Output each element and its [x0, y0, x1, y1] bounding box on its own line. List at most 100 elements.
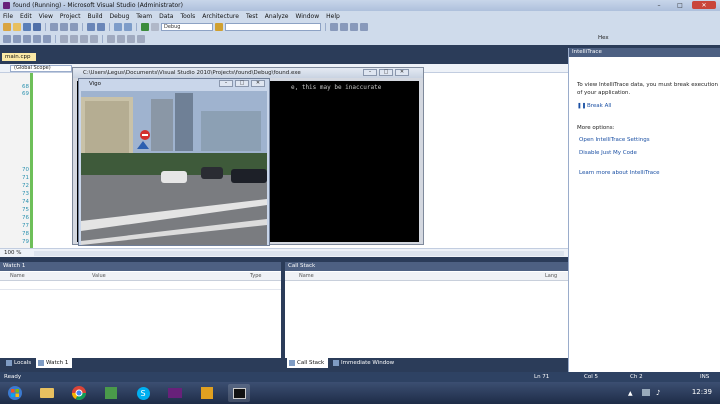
taskbar-clock[interactable]: 12:39	[692, 388, 712, 396]
properties-icon[interactable]	[350, 23, 358, 31]
start-button[interactable]	[4, 384, 26, 402]
menu-data[interactable]: Data	[159, 13, 173, 20]
tab-call-stack[interactable]: Call Stack	[287, 358, 329, 368]
tool-taskbar-button[interactable]	[196, 384, 218, 402]
new-project-icon[interactable]	[3, 23, 11, 31]
maximize-button[interactable]: □	[671, 1, 689, 9]
tab-locals[interactable]: Locals	[4, 358, 35, 368]
video-close-button[interactable]: ✕	[251, 80, 265, 87]
bookmark-icon[interactable]	[107, 35, 115, 43]
pause-icon[interactable]	[151, 23, 159, 31]
learn-more-link[interactable]: Learn more about IntelliTrace	[579, 170, 660, 176]
line-number: 68	[22, 84, 29, 90]
line-number: 69	[22, 91, 29, 97]
street-scene-image	[81, 91, 267, 245]
console-close-button[interactable]: ✕	[395, 69, 409, 76]
console-minimize-button[interactable]: –	[363, 69, 377, 76]
uncomment-icon[interactable]	[70, 35, 78, 43]
menu-test[interactable]: Test	[246, 13, 258, 20]
copy-icon[interactable]	[60, 23, 68, 31]
close-button[interactable]: ✕	[692, 1, 716, 9]
clear-bookmarks-icon[interactable]	[137, 35, 145, 43]
menu-architecture[interactable]: Architecture	[202, 13, 239, 20]
menu-analyze[interactable]: Analyze	[265, 13, 289, 20]
video-window[interactable]: Vigo – □ ✕	[78, 78, 270, 246]
platform-icon[interactable]	[215, 23, 223, 31]
watch-col-name[interactable]: Name	[10, 273, 25, 279]
skype-icon: S	[136, 386, 150, 400]
redo-icon[interactable]	[97, 23, 105, 31]
line-number: 78	[22, 231, 29, 237]
tab-watch-1[interactable]: Watch 1	[36, 358, 73, 368]
video-minimize-button[interactable]: –	[219, 80, 233, 87]
video-maximize-button[interactable]: □	[235, 80, 249, 87]
continue-icon[interactable]	[141, 23, 149, 31]
next-bookmark-icon[interactable]	[127, 35, 135, 43]
menu-build[interactable]: Build	[87, 13, 102, 20]
prev-bookmark-icon[interactable]	[117, 35, 125, 43]
change-tracking-bar	[30, 73, 33, 248]
callstack-col-lang[interactable]: Lang	[545, 273, 557, 279]
watch-col-value[interactable]: Value	[92, 273, 106, 279]
status-col: Col 5	[584, 374, 598, 380]
app-taskbar-button[interactable]	[100, 384, 122, 402]
menu-debug[interactable]: Debug	[110, 13, 130, 20]
solution-explorer-icon[interactable]	[340, 23, 348, 31]
scope-dropdown[interactable]: (Global Scope)	[10, 65, 72, 72]
minimize-button[interactable]: –	[650, 1, 668, 9]
visual-studio-icon	[168, 388, 182, 398]
cut-icon[interactable]	[50, 23, 58, 31]
callstack-col-name[interactable]: Name	[299, 273, 314, 279]
app-icon	[105, 387, 117, 399]
outdent-icon[interactable]	[90, 35, 98, 43]
zoom-level[interactable]: 100 %	[4, 250, 21, 256]
paste-icon[interactable]	[70, 23, 78, 31]
menu-project[interactable]: Project	[60, 13, 81, 20]
tab-main-cpp[interactable]: main.cpp	[2, 53, 36, 61]
debug-location-icon[interactable]	[3, 35, 11, 43]
menu-edit[interactable]: Edit	[20, 13, 32, 20]
find-in-files-icon[interactable]	[330, 23, 338, 31]
call-stack-pane: Call Stack Name Lang	[285, 262, 568, 358]
save-icon[interactable]	[23, 23, 31, 31]
menu-file[interactable]: File	[3, 13, 13, 20]
tab-immediate-window[interactable]: Immediate Window	[331, 358, 398, 368]
step-out-icon[interactable]	[43, 35, 51, 43]
comment-icon[interactable]	[60, 35, 68, 43]
toolbox-icon[interactable]	[360, 23, 368, 31]
horizontal-scrollbar[interactable]	[34, 251, 564, 256]
show-next-statement-icon[interactable]	[13, 35, 21, 43]
open-intellitrace-settings-link[interactable]: Open IntelliTrace Settings	[579, 137, 650, 143]
open-file-icon[interactable]	[13, 23, 21, 31]
break-all-link[interactable]: Break All	[587, 103, 611, 109]
find-combo[interactable]	[225, 23, 321, 31]
step-into-icon[interactable]	[23, 35, 31, 43]
menu-help[interactable]: Help	[326, 13, 340, 20]
volume-icon[interactable]: ♪	[656, 389, 660, 397]
configuration-combo[interactable]: Debug	[161, 23, 213, 31]
console-maximize-button[interactable]: □	[379, 69, 393, 76]
visual-studio-taskbar-button[interactable]	[164, 384, 186, 402]
pause-icon[interactable]: ❚❚	[577, 103, 586, 109]
save-all-icon[interactable]	[33, 23, 41, 31]
navigate-forward-icon[interactable]	[124, 23, 132, 31]
menu-team[interactable]: Team	[136, 13, 152, 20]
step-over-icon[interactable]	[33, 35, 41, 43]
watch-row[interactable]	[0, 281, 281, 290]
indent-icon[interactable]	[80, 35, 88, 43]
skype-taskbar-button[interactable]: S	[132, 384, 154, 402]
watch-col-type[interactable]: Type	[250, 273, 261, 279]
hex-toggle[interactable]: Hex	[598, 35, 609, 41]
tray-up-arrow-icon[interactable]: ▲	[628, 390, 633, 397]
navigate-back-icon[interactable]	[114, 23, 122, 31]
chrome-taskbar-button[interactable]	[68, 384, 90, 402]
network-icon[interactable]	[642, 389, 650, 396]
menu-tools[interactable]: Tools	[180, 13, 195, 20]
video-frame	[81, 91, 267, 245]
disable-just-my-code-link[interactable]: Disable Just My Code	[579, 150, 637, 156]
explorer-taskbar-button[interactable]	[36, 384, 58, 402]
menu-window[interactable]: Window	[295, 13, 319, 20]
console-taskbar-button[interactable]	[228, 384, 250, 402]
menu-view[interactable]: View	[39, 13, 53, 20]
undo-icon[interactable]	[87, 23, 95, 31]
